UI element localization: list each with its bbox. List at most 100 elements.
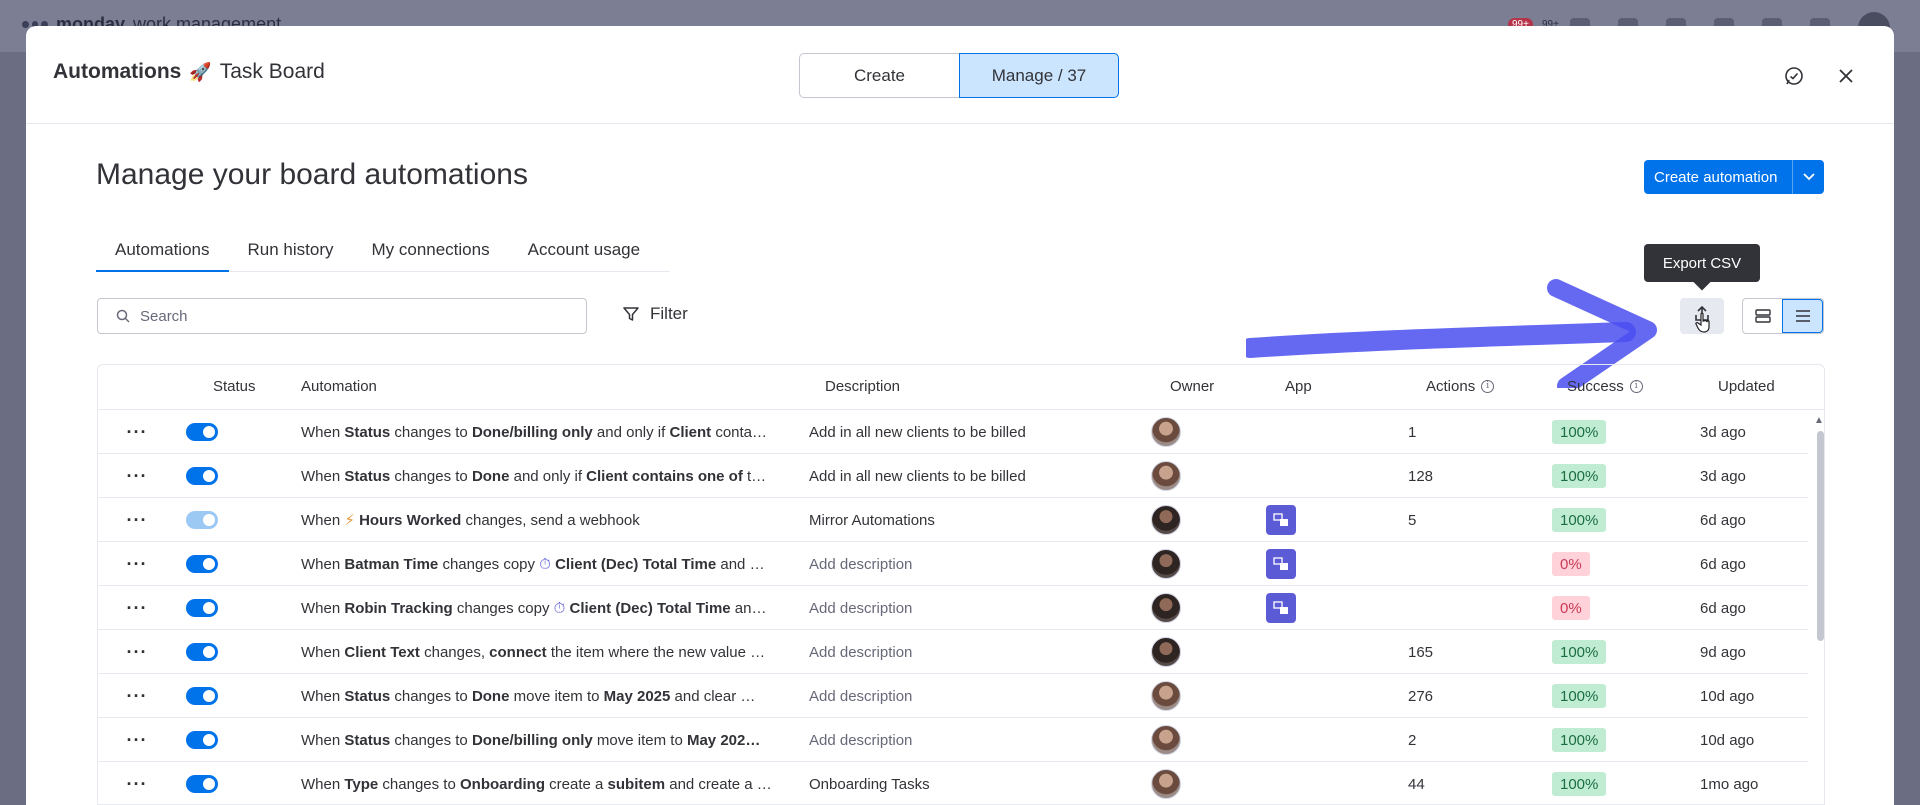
search-input[interactable] [140, 307, 540, 325]
status-toggle[interactable] [186, 775, 218, 793]
header-description[interactable]: Description [825, 378, 900, 395]
create-automation-button[interactable]: Create automation [1644, 160, 1824, 194]
owner-avatar[interactable] [1151, 505, 1181, 535]
description-cell[interactable]: Add description [809, 586, 912, 630]
recipe-text: Status [344, 731, 391, 749]
automation-recipe[interactable]: When Status changes to Done and only if … [301, 454, 777, 498]
description-cell[interactable]: Add in all new clients to be billed [809, 454, 1026, 498]
recipe-text: changes to [390, 687, 472, 705]
row-menu-button[interactable]: ··· [124, 542, 150, 586]
close-button[interactable] [1832, 62, 1860, 90]
owner-avatar[interactable] [1151, 725, 1181, 755]
row-menu-button[interactable]: ··· [124, 718, 150, 762]
row-menu-button[interactable]: ··· [124, 762, 150, 804]
description-cell[interactable]: Add description [809, 674, 912, 718]
recipe-text: When [301, 687, 345, 705]
automation-recipe[interactable]: When Client Text changes, connect the it… [301, 630, 777, 674]
automation-recipe[interactable]: When Robin Tracking changes copy ⏱ Clien… [301, 586, 777, 630]
automation-recipe[interactable]: When Status changes to Done/billing only… [301, 718, 777, 762]
owner-avatar[interactable] [1151, 769, 1181, 799]
actions-count: 2 [1408, 731, 1417, 749]
table-row[interactable]: ··· When Status changes to Done/billing o… [98, 718, 1808, 762]
header-app[interactable]: App [1285, 378, 1312, 395]
tab-account-usage[interactable]: Account usage [509, 232, 659, 271]
row-menu-button[interactable]: ··· [124, 454, 150, 498]
header-automation[interactable]: Automation [301, 378, 377, 395]
owner-cell [1151, 586, 1181, 630]
manage-tab[interactable]: Manage / 37 [959, 53, 1119, 98]
status-toggle[interactable] [186, 731, 218, 749]
table-row[interactable]: ··· When Status changes to Done/billing o… [98, 410, 1808, 454]
table-row[interactable]: ··· When Type changes to Onboarding creat… [98, 762, 1808, 804]
scroll-thumb[interactable] [1817, 431, 1824, 641]
header-success[interactable]: Success i [1567, 378, 1643, 395]
description-cell[interactable]: Onboarding Tasks [809, 762, 930, 804]
status-toggle[interactable] [186, 555, 218, 573]
table-row[interactable]: ··· When Client Text changes, connect the… [98, 630, 1808, 674]
actions-count: 128 [1408, 467, 1434, 485]
owner-avatar[interactable] [1151, 417, 1181, 447]
tab-run-history[interactable]: Run history [229, 232, 353, 271]
status-toggle-cell [186, 410, 218, 454]
chevron-down-icon[interactable] [1792, 160, 1824, 194]
recipe-text: and only if [509, 467, 587, 485]
automation-recipe[interactable]: When ⚡ Hours Worked changes, send a webh… [301, 498, 777, 542]
header-updated[interactable]: Updated [1718, 378, 1775, 395]
owner-avatar[interactable] [1151, 681, 1181, 711]
owner-avatar[interactable] [1151, 593, 1181, 623]
owner-avatar[interactable] [1151, 637, 1181, 667]
info-icon[interactable]: i [1481, 380, 1495, 393]
tab-automations[interactable]: Automations [96, 232, 229, 272]
owner-avatar[interactable] [1151, 461, 1181, 491]
info-icon[interactable]: i [1629, 380, 1643, 393]
tab-my-connections[interactable]: My connections [352, 232, 508, 271]
export-csv-button[interactable] [1680, 298, 1724, 334]
table-row[interactable]: ··· When Batman Time changes copy ⏱ Clien… [98, 542, 1808, 586]
automation-recipe[interactable]: When Status changes to Done/billing only… [301, 410, 777, 454]
table-row[interactable]: ··· When Status changes to Done move item… [98, 674, 1808, 718]
description-cell[interactable]: Add description [809, 542, 912, 586]
table-row[interactable]: ··· When ⚡ Hours Worked changes, send a w… [98, 498, 1808, 542]
header-owner[interactable]: Owner [1170, 378, 1214, 395]
filter-button[interactable]: Filter [622, 304, 688, 324]
recipe-text: Batman Time [344, 555, 439, 573]
recipe-text: subitem [607, 775, 666, 793]
status-toggle[interactable] [186, 423, 218, 441]
status-toggle[interactable] [186, 687, 218, 705]
updated-cell: 9d ago [1700, 643, 1746, 661]
owner-avatar[interactable] [1151, 549, 1181, 579]
status-toggle[interactable] [186, 643, 218, 661]
description-cell[interactable]: Add in all new clients to be billed [809, 410, 1026, 454]
table-row[interactable]: ··· When Status changes to Done and only … [98, 454, 1808, 498]
automation-recipe[interactable]: When Status changes to Done move item to… [301, 674, 777, 718]
header-status[interactable]: Status [213, 378, 256, 395]
header-actions[interactable]: Actions i [1426, 378, 1495, 395]
table-row[interactable]: ··· When Robin Tracking changes copy ⏱ Cl… [98, 586, 1808, 630]
recipe-text: Client (Dec) Total Time [555, 555, 717, 573]
status-toggle[interactable] [186, 599, 218, 617]
description-cell[interactable]: Add description [809, 630, 912, 674]
row-menu-button[interactable]: ··· [124, 630, 150, 674]
list-view-icon [1795, 310, 1810, 322]
scroll-up-icon[interactable]: ▲ [1814, 415, 1824, 426]
list-view-button[interactable] [1782, 299, 1823, 333]
description-cell[interactable]: Mirror Automations [809, 498, 935, 542]
status-toggle[interactable] [186, 511, 218, 529]
card-view-button[interactable] [1743, 299, 1782, 333]
row-menu-button[interactable]: ··· [124, 410, 150, 454]
status-toggle-cell [186, 454, 218, 498]
owner-cell [1151, 762, 1181, 804]
table-scrollbar[interactable]: ▲ [1814, 409, 1824, 804]
automation-recipe[interactable]: When Batman Time changes copy ⏱ Client (… [301, 542, 777, 586]
owner-cell [1151, 718, 1181, 762]
success-cell: 100% [1552, 410, 1607, 454]
status-toggle[interactable] [186, 467, 218, 485]
description-cell[interactable]: Add description [809, 718, 912, 762]
feedback-button[interactable] [1780, 62, 1808, 90]
row-menu-button[interactable]: ··· [124, 498, 150, 542]
row-menu-button[interactable]: ··· [124, 674, 150, 718]
recipe-text: Status [344, 687, 391, 705]
create-tab[interactable]: Create [799, 53, 959, 98]
row-menu-button[interactable]: ··· [124, 586, 150, 630]
automation-recipe[interactable]: When Type changes to Onboarding create a… [301, 762, 777, 804]
